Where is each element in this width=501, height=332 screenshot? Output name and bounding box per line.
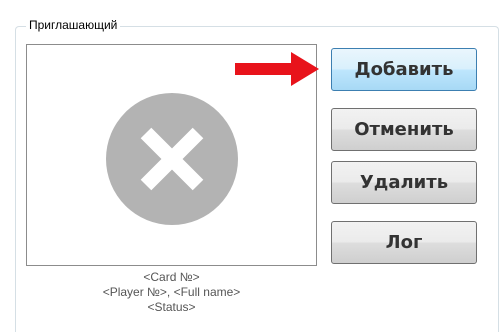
groupbox-title: Приглашающий [26, 17, 121, 33]
status-label: <Status> [147, 300, 196, 314]
cancel-button[interactable]: Отменить [331, 108, 477, 151]
log-button[interactable]: Лог [331, 221, 477, 264]
add-button[interactable]: Добавить [331, 48, 477, 91]
card-number-label: <Card №> [143, 270, 200, 284]
right-arrow-icon [235, 52, 319, 86]
delete-button[interactable]: Удалить [331, 161, 477, 204]
player-name-label: <Player №>, <Full name> [102, 285, 241, 299]
x-circle-icon [106, 93, 238, 225]
